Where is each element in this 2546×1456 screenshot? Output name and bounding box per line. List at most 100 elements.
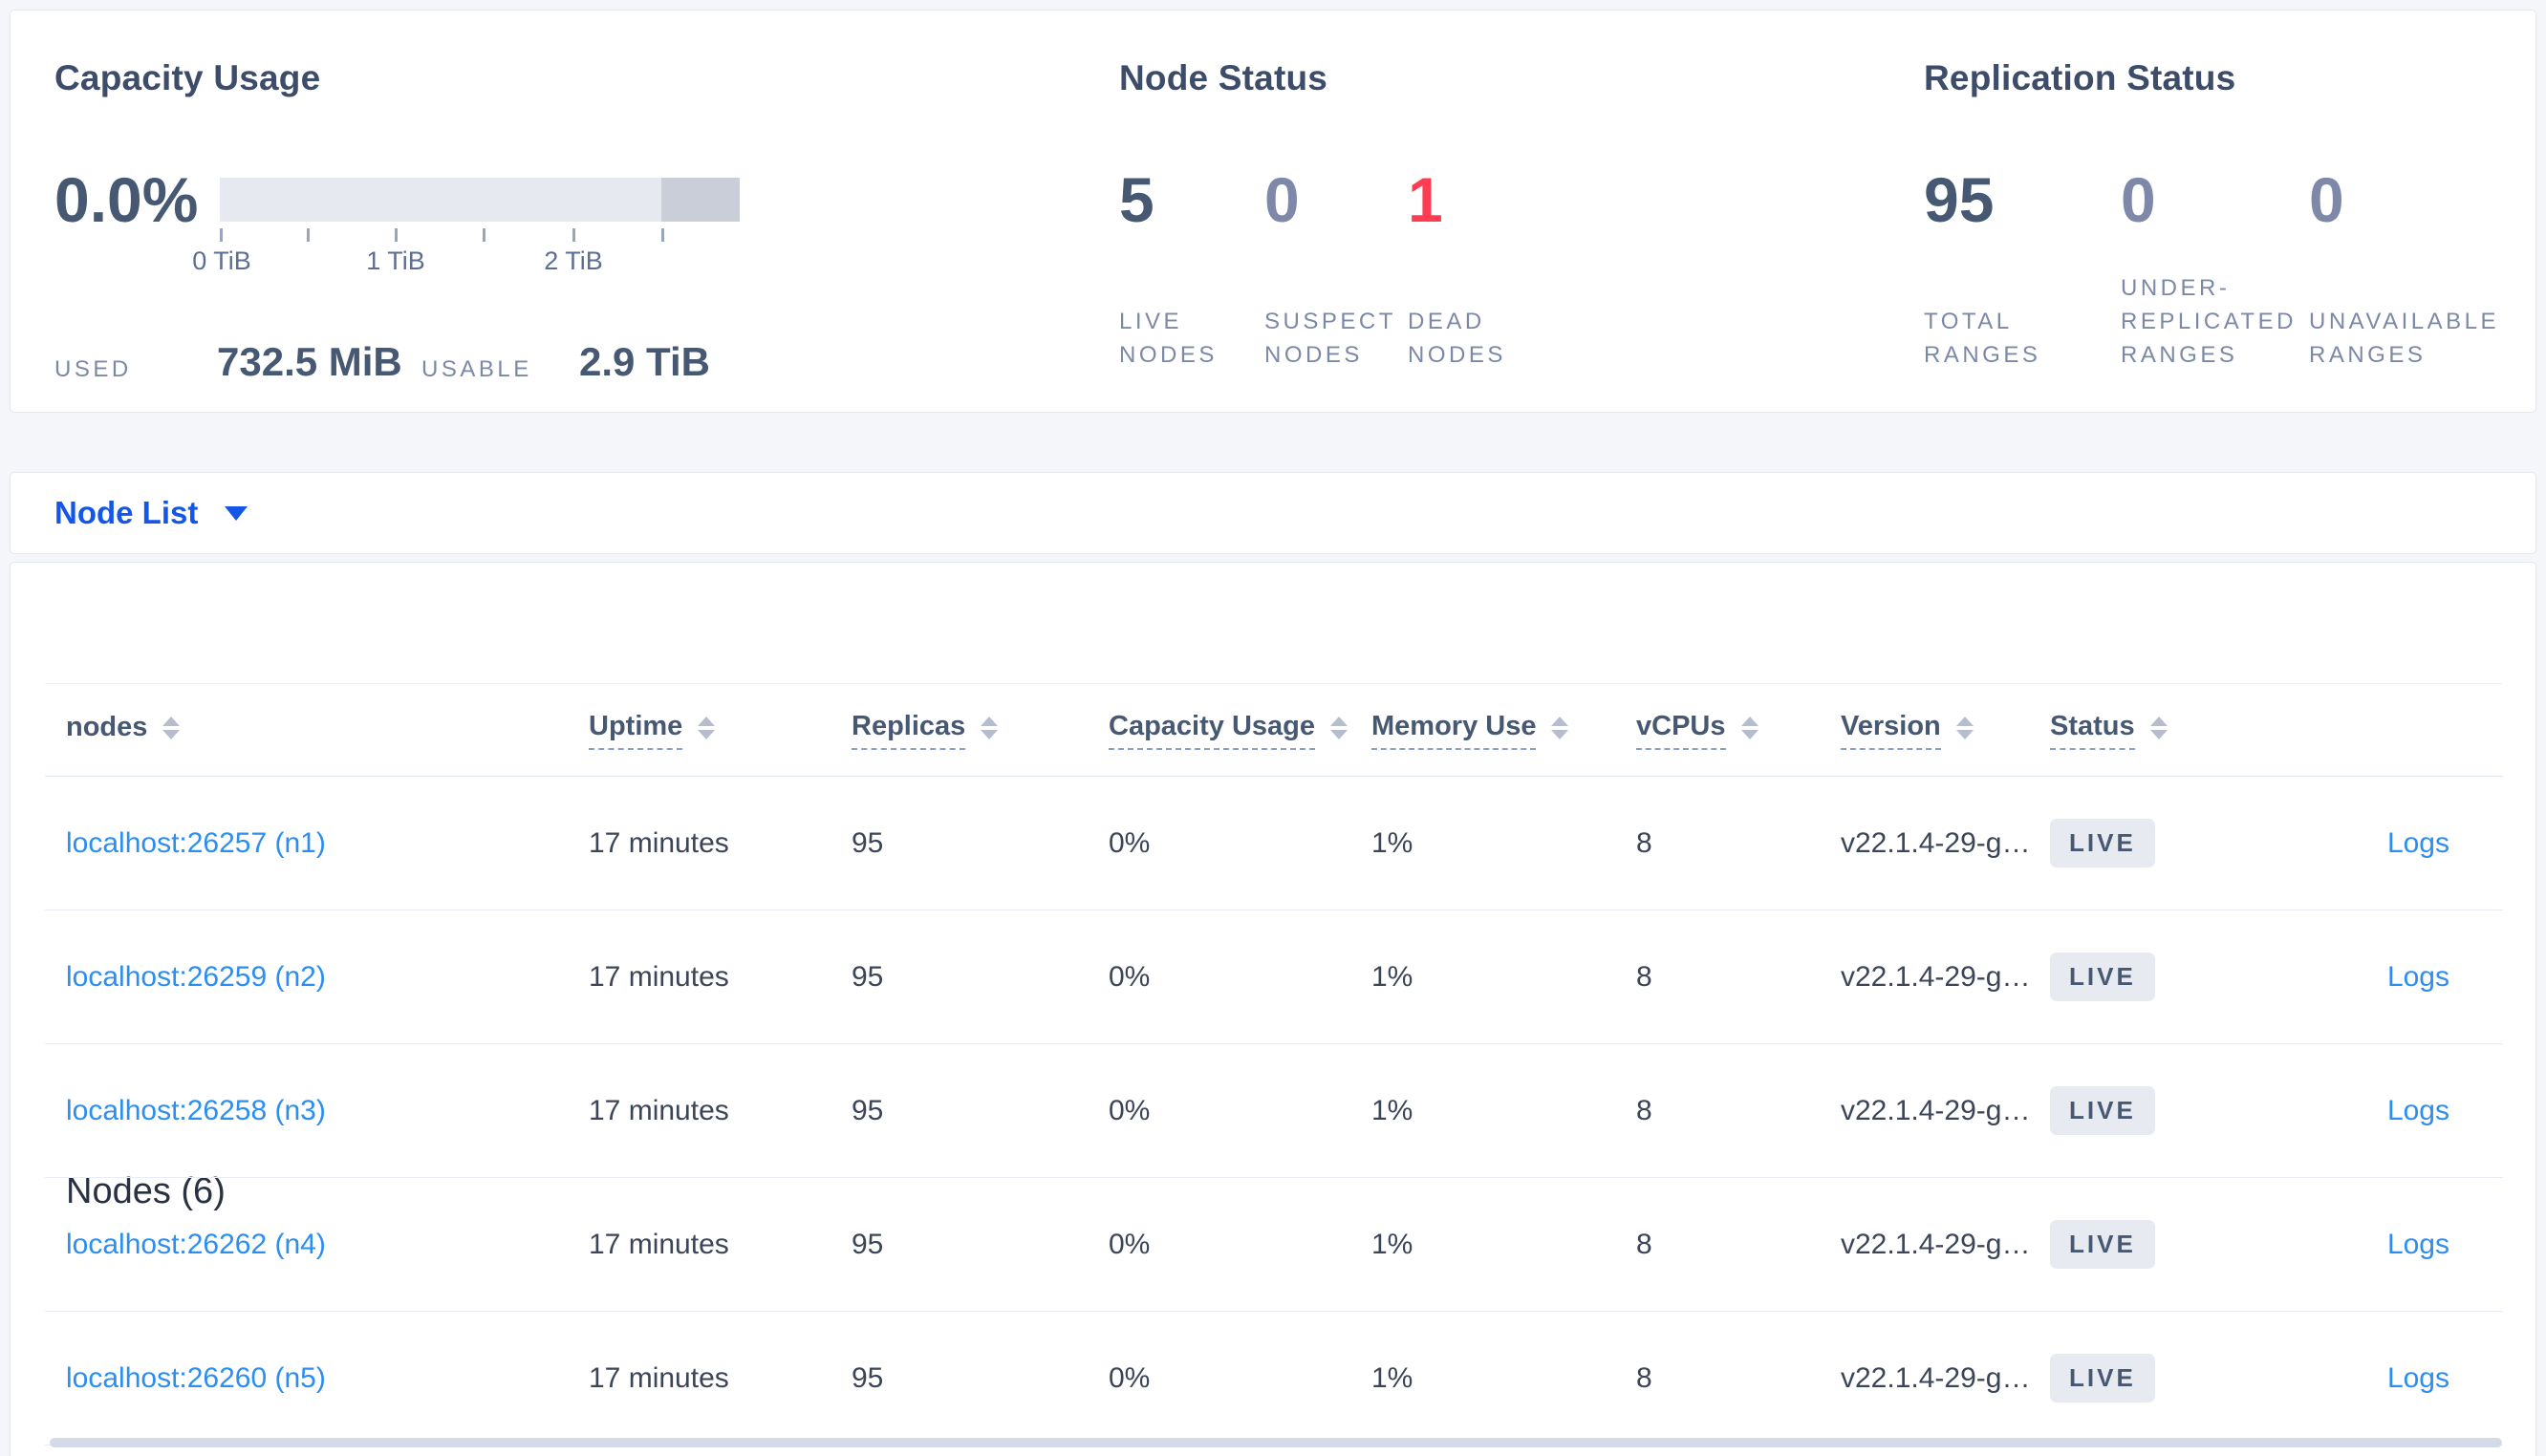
axis-tick (661, 228, 664, 242)
table-row: localhost:26260 (n5) 17 minutes 95 0% 1%… (45, 1312, 2503, 1445)
column-header-label: Version (1841, 711, 1941, 750)
version-cell: v22.1.4-29-g… (1841, 1094, 2031, 1126)
nodes-table-card: Nodes (6) nodes Uptime Replicas Capacity… (10, 562, 2536, 1456)
node-status-title: Node Status (1119, 58, 1328, 97)
sort-arrows-icon (1330, 717, 1348, 739)
under-replicated-ranges-count: 0 (2121, 164, 2156, 235)
memory-use-cell: 1% (1371, 960, 1413, 993)
sort-arrows-icon (1955, 717, 1974, 739)
replicas-cell: 95 (852, 826, 884, 859)
dead-nodes-count: 1 (1408, 164, 1443, 235)
capacity-percent: 0.0% (54, 164, 199, 235)
column-header-label: Replicas (852, 711, 966, 750)
version-cell: v22.1.4-29-g… (1841, 960, 2031, 993)
uptime-cell: 17 minutes (589, 1228, 729, 1260)
used-value: 732.5 MiB (217, 339, 402, 384)
uptime-cell: 17 minutes (589, 826, 729, 859)
axis-tick (483, 228, 485, 242)
status-badge: LIVE (2050, 1354, 2155, 1402)
capacity-usage-title: Capacity Usage (54, 58, 321, 97)
logs-link[interactable]: Logs (2387, 1362, 2449, 1394)
column-header[interactable]: Replicas (852, 711, 999, 750)
logs-link[interactable]: Logs (2387, 827, 2449, 859)
column-header[interactable]: vCPUs (1636, 711, 1758, 750)
column-header-label: vCPUs (1636, 711, 1726, 750)
replicas-cell: 95 (852, 1094, 884, 1126)
column-header-label: nodes (66, 711, 148, 742)
capacity-usage-cell: 0% (1109, 826, 1151, 859)
suspect-nodes-count: 0 (1264, 164, 1300, 235)
status-badge: LIVE (2050, 819, 2155, 867)
chevron-down-icon (225, 505, 248, 521)
logs-link[interactable]: Logs (2387, 961, 2449, 993)
total-ranges-count: 95 (1924, 164, 1995, 235)
axis-tick-label: 1 TiB (366, 246, 425, 275)
capacity-bar-other-segment (661, 178, 740, 222)
cluster-summary-card: Capacity Usage 0.0% 0 TiB 1 TiB 2 TiB US… (10, 10, 2536, 413)
sort-arrows-icon (162, 717, 181, 739)
replicas-cell: 95 (852, 960, 884, 993)
table-row: localhost:26258 (n3) 17 minutes 95 0% 1%… (45, 1044, 2503, 1178)
memory-use-cell: 1% (1371, 826, 1413, 859)
column-header-label: Status (2050, 711, 2135, 750)
axis-tick (395, 228, 398, 242)
axis-tick-label: 2 TiB (544, 246, 603, 275)
node-address-link[interactable]: localhost:26259 (n2) (66, 961, 326, 993)
column-header[interactable]: Memory Use (1371, 711, 1569, 750)
nodes-table: nodes Uptime Replicas Capacity Usage Mem… (45, 683, 2503, 1445)
axis-tick-label: 0 TiB (192, 246, 251, 275)
sort-arrows-icon (698, 717, 716, 739)
suspect-nodes-label: SUSPECT NODES (1264, 309, 1396, 368)
sort-arrows-icon (1551, 717, 1569, 739)
capacity-usage-cell: 0% (1109, 1361, 1151, 1394)
capacity-usage-cell: 0% (1109, 1228, 1151, 1260)
memory-use-cell: 1% (1371, 1228, 1413, 1260)
column-header-label: Uptime (589, 711, 683, 750)
status-badge: LIVE (2050, 1086, 2155, 1135)
column-header-label: Capacity Usage (1109, 711, 1315, 750)
sort-arrows-icon (981, 717, 999, 739)
vcpus-cell: 8 (1636, 1228, 1652, 1260)
horizontal-scrollbar[interactable] (50, 1438, 2502, 1447)
node-address-link[interactable]: localhost:26260 (n5) (66, 1362, 326, 1394)
node-address-link[interactable]: localhost:26258 (n3) (66, 1095, 326, 1126)
unavailable-ranges-label: UNAVAILABLE RANGES (2309, 309, 2500, 368)
version-cell: v22.1.4-29-g… (1841, 826, 2031, 859)
table-header-row: nodes Uptime Replicas Capacity Usage Mem… (45, 683, 2503, 777)
column-header-label: Memory Use (1371, 711, 1537, 750)
uptime-cell: 17 minutes (589, 1361, 729, 1394)
logs-link[interactable]: Logs (2387, 1229, 2449, 1260)
usable-value: 2.9 TiB (579, 339, 710, 384)
column-header[interactable]: Version (1841, 711, 1974, 750)
node-address-link[interactable]: localhost:26262 (n4) (66, 1229, 326, 1260)
replicas-cell: 95 (852, 1361, 884, 1394)
view-selector-bar: Node List (10, 472, 2536, 554)
vcpus-cell: 8 (1636, 1094, 1652, 1126)
column-header[interactable]: Capacity Usage (1109, 711, 1348, 750)
vcpus-cell: 8 (1636, 960, 1652, 993)
axis-tick (220, 228, 223, 242)
used-label: USED (54, 356, 132, 382)
replicas-cell: 95 (852, 1228, 884, 1260)
node-list-dropdown-label: Node List (54, 495, 199, 530)
dead-nodes-label: DEAD NODES (1408, 309, 1506, 368)
node-address-link[interactable]: localhost:26257 (n1) (66, 827, 326, 859)
logs-link[interactable]: Logs (2387, 1095, 2449, 1126)
axis-tick (307, 228, 310, 242)
live-nodes-label: LIVE NODES (1119, 309, 1218, 368)
capacity-usage-cell: 0% (1109, 960, 1151, 993)
node-list-dropdown[interactable]: Node List (54, 473, 248, 553)
capacity-usage-bar: 0 TiB 1 TiB 2 TiB (192, 178, 740, 275)
capacity-usage-cell: 0% (1109, 1094, 1151, 1126)
column-header[interactable]: Status (2050, 711, 2168, 750)
vcpus-cell: 8 (1636, 826, 1652, 859)
table-row: localhost:26262 (n4) 17 minutes 95 0% 1%… (45, 1178, 2503, 1312)
column-header[interactable]: nodes (66, 711, 181, 749)
version-cell: v22.1.4-29-g… (1841, 1361, 2031, 1394)
memory-use-cell: 1% (1371, 1094, 1413, 1126)
unavailable-ranges-count: 0 (2309, 164, 2344, 235)
column-header[interactable]: Uptime (589, 711, 716, 750)
live-nodes-count: 5 (1119, 164, 1154, 235)
vcpus-cell: 8 (1636, 1361, 1652, 1394)
memory-use-cell: 1% (1371, 1361, 1413, 1394)
